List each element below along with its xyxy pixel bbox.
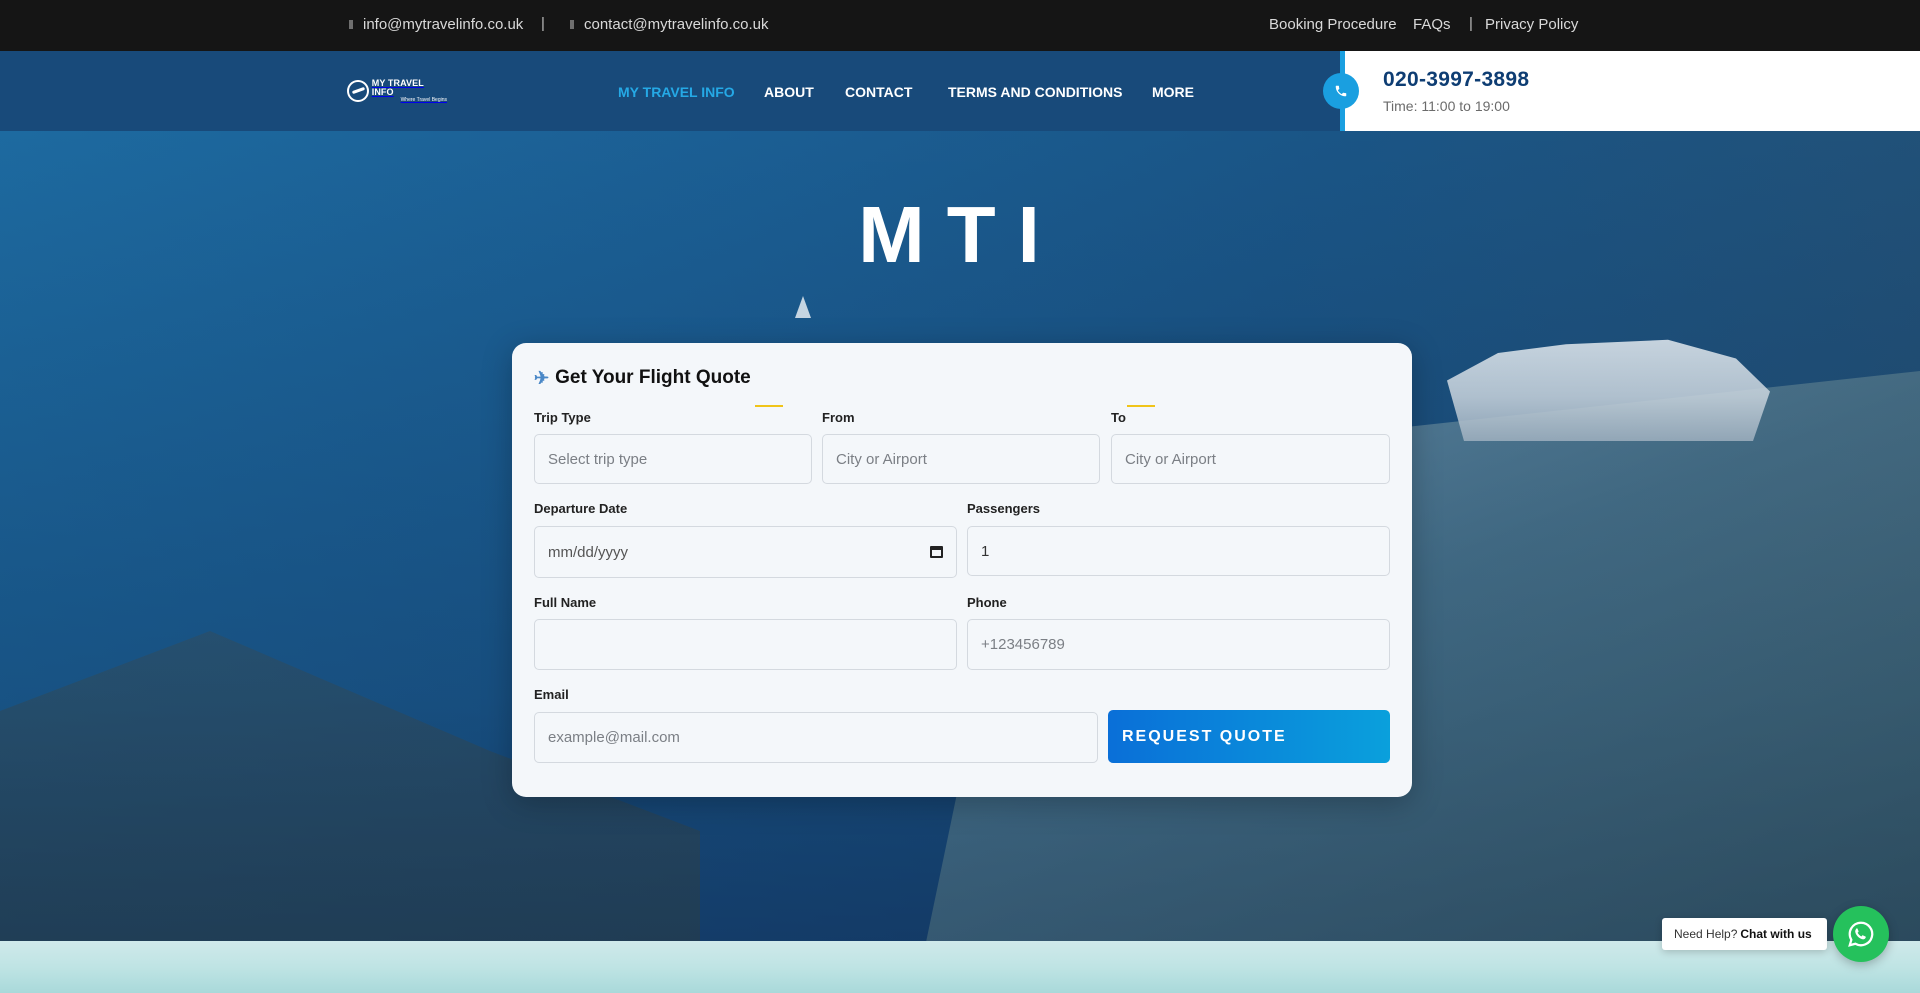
departure-date-input[interactable]: mm/dd/yyyy bbox=[534, 526, 957, 578]
chat-prompt-action: Chat with us bbox=[1740, 927, 1812, 941]
to-label: To bbox=[1111, 410, 1126, 425]
booking-procedure-link[interactable]: Booking Procedure bbox=[1269, 16, 1397, 33]
decor-line bbox=[755, 405, 783, 407]
main-header: MY TRAVEL INFO Where Travel Begins MY TR… bbox=[0, 51, 1920, 131]
passengers-input[interactable] bbox=[967, 526, 1390, 576]
trip-type-label: Trip Type bbox=[534, 410, 591, 425]
site-logo[interactable]: MY TRAVEL INFO Where Travel Begins bbox=[347, 75, 447, 107]
calendar-icon[interactable] bbox=[930, 546, 943, 558]
airplane-icon: ✈ bbox=[534, 367, 550, 388]
trip-type-placeholder: Select trip type bbox=[548, 450, 648, 468]
email-link-1[interactable]: info@mytravelinfo.co.uk bbox=[363, 16, 523, 33]
full-name-label: Full Name bbox=[534, 595, 597, 610]
form-title: ✈ Get Your Flight Quote bbox=[534, 367, 751, 389]
form-title-text: Get Your Flight Quote bbox=[555, 367, 751, 388]
hero-title: MTI bbox=[858, 190, 1062, 279]
decor-line bbox=[1127, 405, 1155, 407]
phone-icon bbox=[1335, 85, 1347, 97]
nav-contact[interactable]: CONTACT bbox=[845, 84, 912, 100]
to-input[interactable] bbox=[1111, 434, 1390, 484]
faqs-link[interactable]: FAQs bbox=[1413, 16, 1451, 33]
phone-label: Phone bbox=[967, 595, 1007, 610]
logo-tagline: Where Travel Begins bbox=[400, 97, 447, 103]
full-name-input[interactable] bbox=[534, 619, 957, 670]
email-input[interactable] bbox=[534, 712, 1098, 763]
next-section-background bbox=[0, 941, 1920, 993]
envelope-icon bbox=[349, 20, 353, 29]
top-bar: info@mytravelinfo.co.uk | contact@mytrav… bbox=[0, 0, 1920, 51]
whatsapp-icon bbox=[1848, 921, 1874, 947]
whatsapp-chat-button[interactable] bbox=[1833, 906, 1889, 962]
trip-type-select[interactable]: Select trip type bbox=[534, 434, 812, 484]
business-hours: Time: 11:00 to 19:00 bbox=[1383, 98, 1510, 114]
request-quote-button[interactable]: REQUEST QUOTE bbox=[1108, 710, 1390, 763]
email-link-2[interactable]: contact@mytravelinfo.co.uk bbox=[584, 16, 768, 33]
from-label: From bbox=[822, 410, 855, 425]
nav-my-travel-info[interactable]: MY TRAVEL INFO bbox=[618, 84, 735, 100]
separator: | bbox=[541, 15, 545, 32]
envelope-icon bbox=[570, 20, 574, 29]
nav-terms-and-conditions[interactable]: TERMS AND CONDITIONS bbox=[948, 84, 1122, 100]
globe-icon bbox=[347, 80, 369, 102]
passengers-label: Passengers bbox=[967, 501, 1040, 516]
separator: | bbox=[1469, 15, 1473, 32]
phone-input[interactable] bbox=[967, 619, 1390, 670]
hero-background-cruise-ship bbox=[1447, 339, 1770, 441]
departure-date-label: Departure Date bbox=[534, 501, 628, 516]
flight-quote-form: ✈ Get Your Flight Quote Trip Type Select… bbox=[512, 343, 1412, 797]
chat-prompt-prefix: Need Help? bbox=[1674, 927, 1738, 941]
departure-date-placeholder: mm/dd/yyyy bbox=[548, 543, 629, 561]
from-input[interactable] bbox=[822, 434, 1100, 484]
nav-about[interactable]: ABOUT bbox=[764, 84, 814, 100]
email-contact-2[interactable]: contact@mytravelinfo.co.uk bbox=[570, 16, 768, 33]
hero-background-sailboat bbox=[795, 296, 811, 318]
phone-button[interactable] bbox=[1323, 73, 1359, 109]
privacy-policy-link[interactable]: Privacy Policy bbox=[1485, 16, 1578, 33]
phone-number[interactable]: 020-3997-3898 bbox=[1383, 68, 1529, 92]
nav-more[interactable]: MORE bbox=[1152, 84, 1194, 100]
logo-text: MY TRAVEL INFO Where Travel Begins bbox=[372, 79, 447, 103]
chat-prompt[interactable]: Need Help? Chat with us bbox=[1662, 918, 1827, 950]
logo-name: MY TRAVEL INFO bbox=[371, 78, 424, 97]
email-label: Email bbox=[534, 687, 569, 702]
email-contact-1[interactable]: info@mytravelinfo.co.uk bbox=[349, 16, 523, 33]
